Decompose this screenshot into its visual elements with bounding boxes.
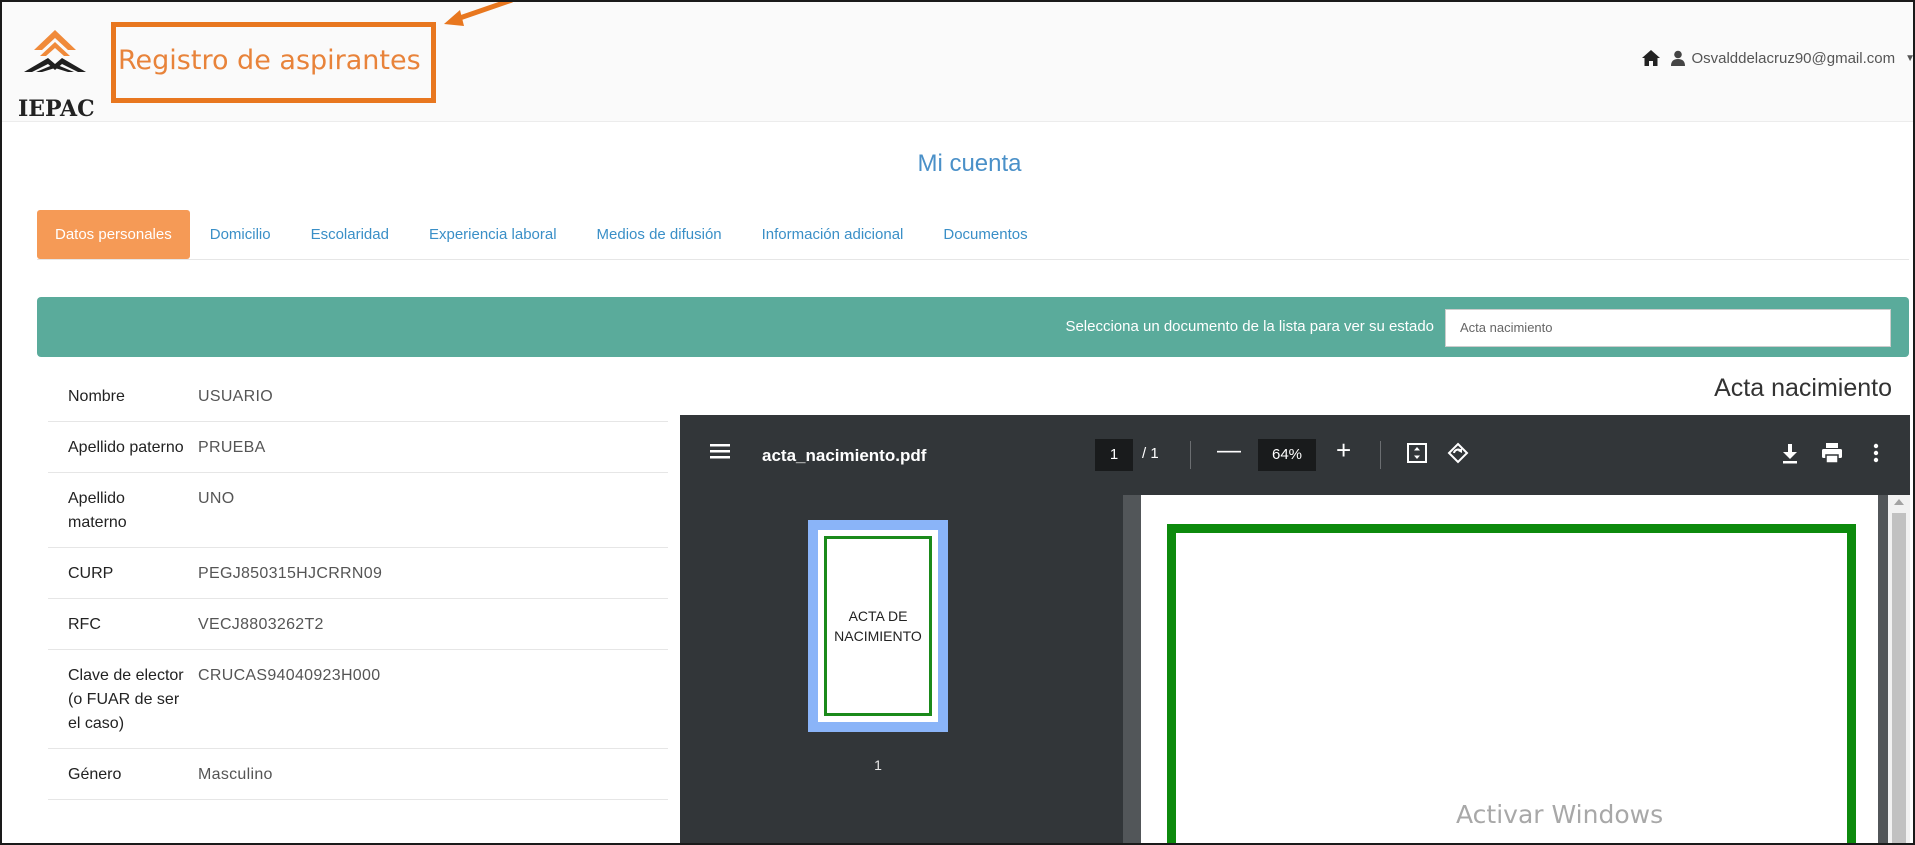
pdf-page-view[interactable] xyxy=(1123,495,1910,845)
pdf-toolbar: acta_nacimiento.pdf 1 / 1 — 64% + xyxy=(680,415,1910,495)
page-total: / 1 xyxy=(1142,445,1159,462)
tab-datos-personales[interactable]: Datos personales xyxy=(37,210,190,259)
rotate-icon[interactable] xyxy=(1446,441,1470,465)
scroll-thumb[interactable] xyxy=(1892,513,1906,845)
user-menu[interactable]: Osvalddelacruz90@gmail.com ▼ xyxy=(1671,50,1915,67)
zoom-out-button[interactable]: — xyxy=(1217,437,1241,465)
tab-informacion-adicional[interactable]: Información adicional xyxy=(742,210,924,259)
user-icon xyxy=(1671,50,1686,66)
personal-data-row: Nombre USUARIO xyxy=(48,371,668,422)
field-value: Masculino xyxy=(198,766,273,783)
print-icon[interactable] xyxy=(1820,441,1844,465)
pdf-file-name: acta_nacimiento.pdf xyxy=(762,446,927,465)
field-label: RFC xyxy=(68,616,101,633)
user-nav: Osvalddelacruz90@gmail.com ▼ xyxy=(1641,46,1915,70)
document-select[interactable]: Acta nacimiento xyxy=(1445,309,1891,347)
field-label: Apellido materno xyxy=(68,490,127,531)
personal-data-row: Género Masculino xyxy=(48,749,668,800)
field-value: CRUCAS94040923H000 xyxy=(198,667,381,684)
tabs-divider xyxy=(37,259,1909,260)
page-number-input[interactable]: 1 xyxy=(1095,439,1133,471)
annotation-arrow-icon xyxy=(444,0,513,26)
tab-documentos[interactable]: Documentos xyxy=(923,210,1047,259)
page-title-text: Mi cuenta xyxy=(917,150,1022,177)
windows-activation-watermark: Activar Windows xyxy=(1456,800,1664,829)
document-selector-label: Selecciona un documento de la lista para… xyxy=(1065,318,1434,335)
tab-bar: Datos personales Domicilio Escolaridad E… xyxy=(37,210,1048,259)
field-label: Apellido paterno xyxy=(68,439,184,456)
tab-medios-difusion[interactable]: Medios de difusión xyxy=(577,210,742,259)
menu-icon[interactable] xyxy=(708,439,732,463)
thumbnail-page-number: 1 xyxy=(874,757,882,773)
pdf-thumbnail-sidebar: ACTA DE NACIMIENTO 1 xyxy=(680,495,1123,845)
personal-data-row: Clave de elector (o FUAR de ser el caso)… xyxy=(48,650,668,749)
zoom-input[interactable]: 64% xyxy=(1258,439,1316,471)
download-icon[interactable] xyxy=(1780,441,1800,465)
field-value: USUARIO xyxy=(198,388,273,405)
more-options-icon[interactable] xyxy=(1872,441,1880,465)
thumbnail-text: ACTA DE NACIMIENTO xyxy=(824,536,932,716)
iepac-logo[interactable]: IEPAC xyxy=(18,28,95,122)
personal-data-row: RFC VECJ8803262T2 xyxy=(48,599,668,650)
user-email: Osvalddelacruz90@gmail.com xyxy=(1691,49,1896,67)
top-header: IEPAC Registro de aspirantes Osvalddelac… xyxy=(0,0,1915,122)
scrollbar[interactable] xyxy=(1888,495,1910,845)
personal-data-list: Nombre USUARIO Apellido paterno PRUEBA A… xyxy=(48,371,668,800)
field-label: Género xyxy=(68,766,122,783)
thumbnail-page: ACTA DE NACIMIENTO xyxy=(818,530,938,722)
fit-page-icon[interactable] xyxy=(1406,441,1428,465)
field-label: Nombre xyxy=(68,388,125,405)
tab-escolaridad[interactable]: Escolaridad xyxy=(291,210,409,259)
logo-text: IEPAC xyxy=(18,96,95,122)
tab-experiencia-laboral[interactable]: Experiencia laboral xyxy=(409,210,577,259)
pdf-viewer: acta_nacimiento.pdf 1 / 1 — 64% + ACTA D… xyxy=(680,415,1910,845)
page-green-frame xyxy=(1167,524,1856,845)
field-label: CURP xyxy=(68,565,114,582)
home-icon[interactable] xyxy=(1641,49,1661,67)
page-title: Mi cuenta xyxy=(0,150,1915,178)
zoom-in-button[interactable]: + xyxy=(1336,435,1351,466)
field-value: PEGJ850315HJCRRN09 xyxy=(198,565,383,582)
logo-mark-icon xyxy=(24,30,86,72)
document-selector-bar: Selecciona un documento de la lista para… xyxy=(37,297,1909,357)
caret-down-icon: ▼ xyxy=(1905,52,1915,64)
personal-data-row: CURP PEGJ850315HJCRRN09 xyxy=(48,548,668,599)
personal-data-row: Apellido materno UNO xyxy=(48,473,668,548)
field-label: Clave de elector (o FUAR de ser el caso) xyxy=(68,667,184,732)
field-value: UNO xyxy=(198,490,235,507)
page-thumbnail[interactable]: ACTA DE NACIMIENTO xyxy=(808,520,948,732)
personal-data-row: Apellido paterno PRUEBA xyxy=(48,422,668,473)
pdf-page xyxy=(1141,495,1878,845)
toolbar-divider xyxy=(1190,441,1191,469)
document-heading: Acta nacimiento xyxy=(1714,374,1892,402)
field-value: VECJ8803262T2 xyxy=(198,616,324,633)
tab-domicilio[interactable]: Domicilio xyxy=(190,210,291,259)
scroll-up-arrow-icon[interactable] xyxy=(1894,499,1904,505)
field-value: PRUEBA xyxy=(198,439,266,456)
annotation-highlight-box xyxy=(111,22,436,103)
toolbar-divider xyxy=(1380,441,1381,469)
